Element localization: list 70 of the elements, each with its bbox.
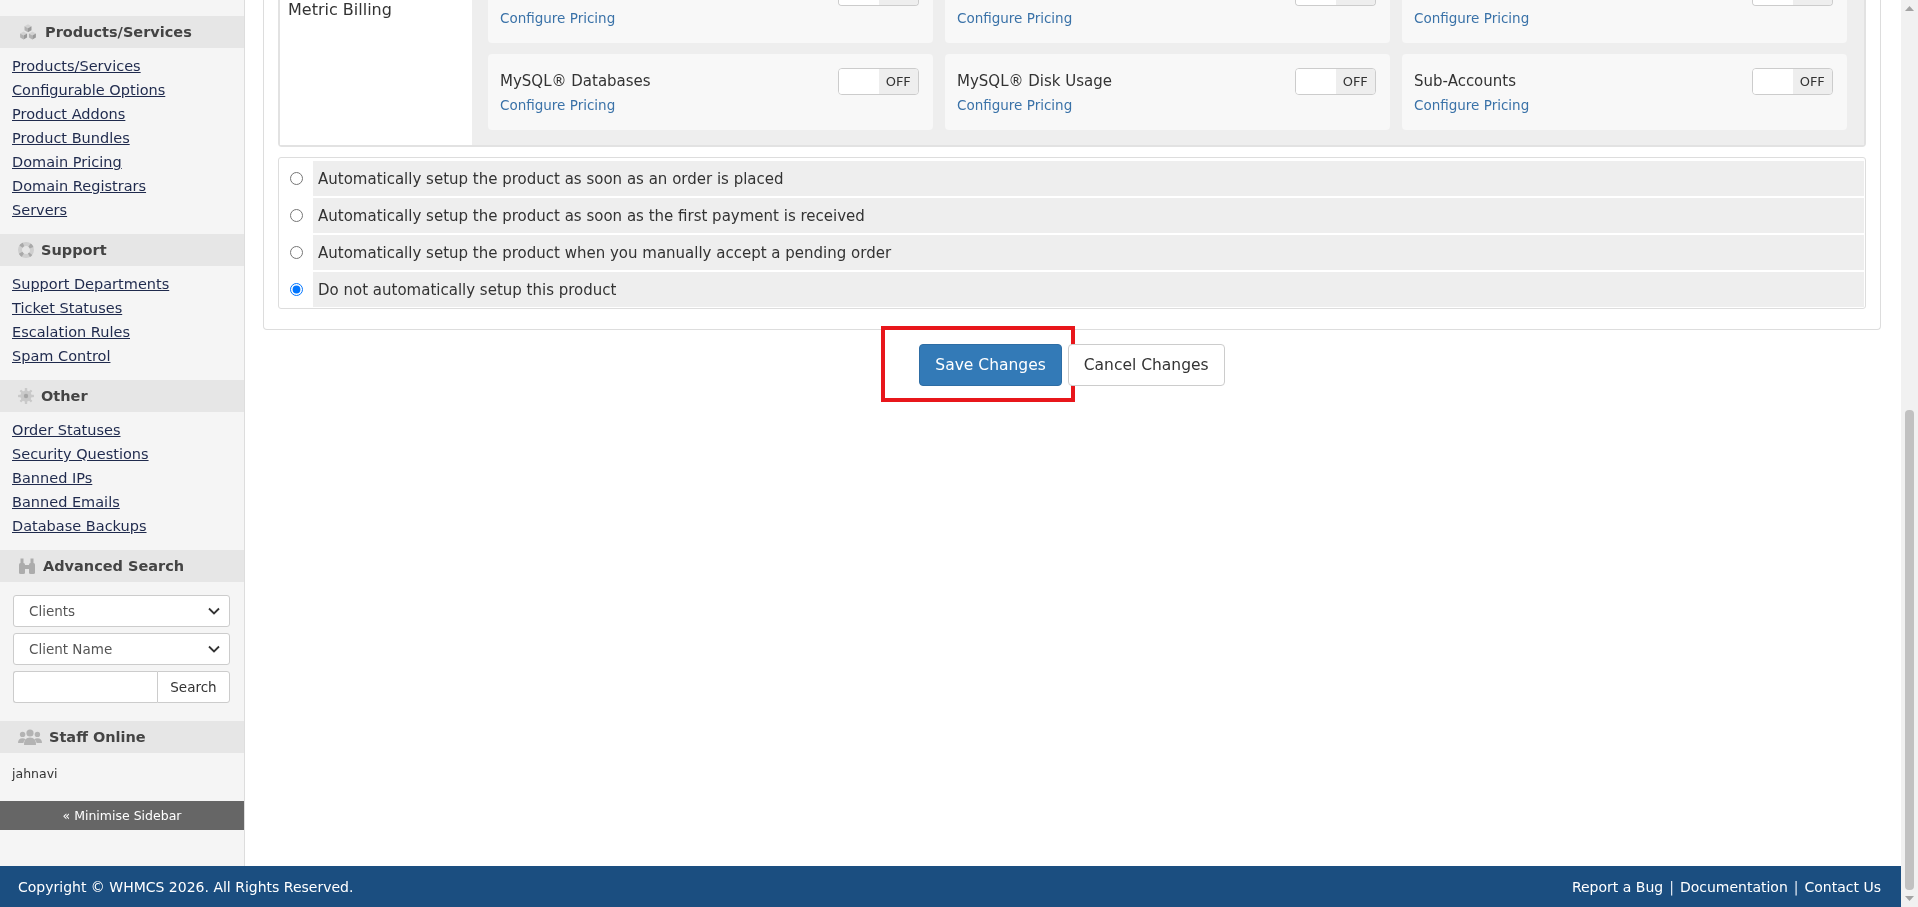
- toggle-switch[interactable]: [1295, 0, 1376, 6]
- metric-name: Sub-Accounts: [1414, 71, 1516, 92]
- configure-pricing-link[interactable]: Configure Pricing: [957, 8, 1073, 28]
- section-title: Advanced Search: [43, 558, 185, 574]
- radio-button[interactable]: [290, 172, 303, 185]
- chevron-down-icon: [208, 607, 220, 615]
- option-label: Automatically setup the product as soon as an order is placed: [313, 161, 1864, 196]
- metric-name: MySQL® Disk Usage: [957, 71, 1112, 92]
- section-title: Other: [41, 388, 88, 404]
- toggle-switch[interactable]: OFF: [838, 68, 919, 95]
- sidebar-link[interactable]: Database Backups: [12, 514, 147, 538]
- staff-name: jahnavi: [12, 766, 58, 782]
- binoculars-icon: [18, 558, 36, 574]
- sidebar-link[interactable]: Domain Pricing: [12, 150, 122, 174]
- sidebar-link[interactable]: Servers: [12, 198, 68, 222]
- cancel-changes-button[interactable]: Cancel Changes: [1067, 344, 1225, 386]
- users-icon: [18, 729, 42, 745]
- toggle-switch[interactable]: OFF: [1295, 68, 1376, 95]
- scrollbar[interactable]: [1901, 0, 1918, 907]
- configure-pricing-link[interactable]: Configure Pricing: [1414, 95, 1530, 115]
- sidebar-link[interactable]: Escalation Rules: [12, 320, 130, 344]
- configure-pricing-link[interactable]: Configure Pricing: [957, 95, 1073, 115]
- cubes-icon: [18, 24, 38, 40]
- save-changes-button[interactable]: Save Changes: [919, 344, 1062, 386]
- copyright-text: Copyright © WHMCS 2026. All Rights Reserved.: [18, 878, 354, 895]
- gear-icon: [18, 388, 34, 404]
- sidebar-link[interactable]: Spam Control: [12, 344, 111, 368]
- separator: |: [1669, 878, 1674, 895]
- option-label: Automatically setup the product when you manually accept a pending order: [313, 235, 1864, 270]
- sidebar-link[interactable]: Ticket Statuses: [12, 296, 123, 320]
- radio-button[interactable]: [290, 246, 303, 259]
- metric-name: MySQL® Databases: [500, 71, 651, 92]
- chevron-down-icon: [208, 645, 220, 653]
- footer-link[interactable]: Documentation: [1679, 878, 1788, 895]
- footer-link[interactable]: Report a Bug: [1571, 878, 1664, 895]
- footer-link[interactable]: Contact Us: [1804, 878, 1881, 895]
- scroll-down-icon[interactable]: [1905, 896, 1914, 901]
- toggle-switch[interactable]: [838, 0, 919, 6]
- scroll-up-icon[interactable]: [1905, 6, 1914, 11]
- separator: |: [1793, 878, 1799, 895]
- configure-pricing-link[interactable]: Configure Pricing: [500, 8, 616, 28]
- sidebar-link[interactable]: Order Statuses: [12, 418, 121, 442]
- section-title: Support: [41, 242, 107, 258]
- sidebar-link[interactable]: Product Addons: [12, 102, 126, 126]
- section-title: Products/Services: [45, 24, 192, 40]
- sidebar-link[interactable]: Products/Services: [12, 54, 141, 78]
- configure-pricing-link[interactable]: Configure Pricing: [500, 95, 616, 115]
- select-dropdown[interactable]: Client Name: [13, 633, 230, 665]
- minimise-sidebar-button[interactable]: « Minimise Sidebar: [0, 801, 244, 830]
- scrollbar-thumb[interactable]: [1905, 410, 1914, 890]
- select-dropdown[interactable]: Clients: [13, 595, 230, 627]
- sidebar-link[interactable]: Configurable Options: [12, 78, 166, 102]
- sidebar-link[interactable]: Domain Registrars: [12, 174, 147, 198]
- metric-billing-label: Metric Billing: [288, 0, 392, 19]
- sidebar-link[interactable]: Support Departments: [12, 272, 170, 296]
- option-label: Do not automatically setup this product: [313, 272, 1864, 307]
- radio-button[interactable]: [290, 283, 303, 296]
- toggle-switch[interactable]: OFF: [1752, 68, 1833, 95]
- configure-pricing-link[interactable]: Configure Pricing: [1414, 8, 1530, 28]
- option-label: Automatically setup the product as soon as the first payment is received: [313, 198, 1864, 233]
- life-ring-icon: [18, 242, 34, 258]
- sidebar-link[interactable]: Product Bundles: [12, 126, 130, 150]
- search-button[interactable]: Search: [157, 671, 230, 703]
- section-title: Staff Online: [49, 729, 146, 745]
- sidebar-link[interactable]: Banned IPs: [12, 466, 93, 490]
- sidebar-link[interactable]: Banned Emails: [12, 490, 120, 514]
- radio-button[interactable]: [290, 209, 303, 222]
- sidebar-link[interactable]: Security Questions: [12, 442, 149, 466]
- toggle-switch[interactable]: [1752, 0, 1833, 6]
- search-field[interactable]: [13, 671, 157, 703]
